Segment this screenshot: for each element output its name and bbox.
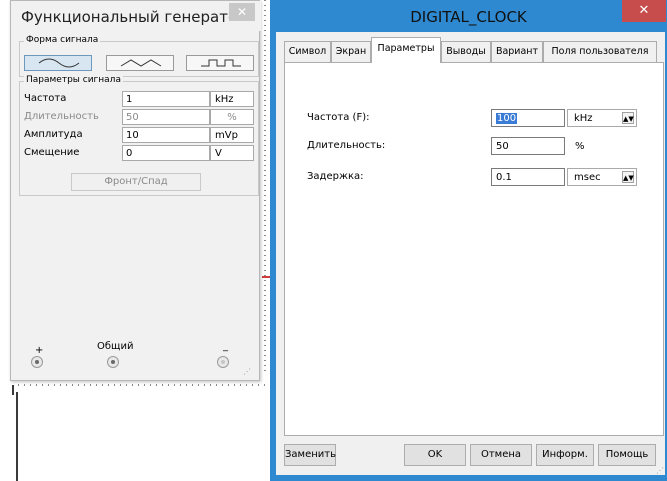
common-terminal[interactable] xyxy=(107,356,119,368)
duty-unit: % xyxy=(210,109,254,125)
duty-input[interactable]: 50 xyxy=(491,137,565,155)
duty-input: 50 xyxy=(122,109,210,125)
duty-label: Длительность: xyxy=(307,140,386,151)
rise-fall-button: Фронт/Спад xyxy=(71,173,201,191)
dialog-body: Символ Экран Параметры Выводы Вариант По… xyxy=(276,32,665,475)
delay-unit-select[interactable]: msec ▲▼ xyxy=(567,168,637,186)
tab-parameters[interactable]: Параметры xyxy=(371,37,441,63)
amplitude-input[interactable]: 10 xyxy=(122,127,210,143)
close-button[interactable]: ✕ xyxy=(229,3,255,21)
frequency-input[interactable]: 1 xyxy=(122,91,210,107)
tab-symbol[interactable]: Символ xyxy=(284,41,331,62)
dialog-title: DIGITAL_CLOCK xyxy=(410,8,527,26)
tab-display[interactable]: Экран xyxy=(331,41,371,62)
frequency-row: Частота (F): 100 kHz ▲▼ xyxy=(285,109,665,127)
frequency-unit-value: kHz xyxy=(574,113,593,124)
replace-button[interactable]: Заменить xyxy=(284,444,336,466)
amplitude-unit[interactable]: mVp xyxy=(210,127,254,143)
info-button[interactable]: Информ. xyxy=(536,444,594,466)
help-button[interactable]: Помощь xyxy=(598,444,656,466)
window-title: Функциональный генератор-... xyxy=(21,8,229,26)
resize-grip-icon[interactable]: ⋰ xyxy=(243,367,251,376)
tab-user-fields[interactable]: Поля пользователя xyxy=(543,41,657,62)
ok-button[interactable]: OK xyxy=(404,444,466,466)
offset-input[interactable]: 0 xyxy=(122,145,210,161)
frequency-input[interactable]: 100 xyxy=(491,109,565,127)
parameters-panel: Частота (F): 100 kHz ▲▼ Длительность: 50… xyxy=(284,62,664,436)
tab-pins[interactable]: Выводы xyxy=(441,41,491,62)
delay-label: Задержка: xyxy=(307,171,364,182)
cancel-button[interactable]: Отмена xyxy=(470,444,532,466)
digital-clock-dialog: DIGITAL_CLOCK ✕ Символ Экран Параметры В… xyxy=(270,0,667,481)
waveform-group: Форма сигнала xyxy=(19,35,259,77)
duty-row: Длительность: 50 % xyxy=(285,137,665,155)
sine-wave-button[interactable] xyxy=(24,55,92,71)
duty-unit: % xyxy=(575,141,585,152)
plus-terminal-label: + xyxy=(35,345,44,356)
param-label: Амплитуда xyxy=(24,129,83,140)
function-generator-window: Функциональный генератор-... ✕ Форма сиг… xyxy=(10,0,261,381)
dialog-titlebar[interactable]: DIGITAL_CLOCK ✕ xyxy=(270,0,667,32)
plus-terminal[interactable] xyxy=(31,356,43,368)
delay-row: Задержка: 0.1 msec ▲▼ xyxy=(285,168,665,186)
grid-dots xyxy=(264,0,266,372)
signal-params-group-label: Параметры сигнала xyxy=(24,75,123,85)
sine-wave-icon xyxy=(38,58,80,68)
square-wave-icon xyxy=(201,59,241,67)
triangle-wave-button[interactable] xyxy=(106,55,174,71)
minus-terminal-label: _ xyxy=(223,341,228,352)
grid-dots xyxy=(18,384,266,386)
square-wave-button[interactable] xyxy=(186,55,254,71)
offset-unit[interactable]: V xyxy=(210,145,254,161)
spinner-icon[interactable]: ▲▼ xyxy=(622,171,634,183)
frequency-unit-select[interactable]: kHz ▲▼ xyxy=(567,109,637,127)
param-label: Смещение xyxy=(24,147,80,158)
param-label: Длительность xyxy=(24,111,99,122)
delay-unit-value: msec xyxy=(574,172,601,183)
tab-variant[interactable]: Вариант xyxy=(491,41,543,62)
param-label: Частота xyxy=(24,93,67,104)
waveform-group-label: Форма сигнала xyxy=(24,35,101,45)
resize-grip-icon[interactable]: ⋰ xyxy=(656,466,664,475)
function-generator-titlebar[interactable]: Функциональный генератор-... ✕ xyxy=(11,1,261,31)
wire-segment xyxy=(16,392,18,481)
spinner-icon[interactable]: ▲▼ xyxy=(622,112,634,124)
common-terminal-label: Общий xyxy=(97,341,134,352)
minus-terminal[interactable] xyxy=(217,356,229,368)
delay-input[interactable]: 0.1 xyxy=(491,168,565,186)
frequency-label: Частота (F): xyxy=(307,112,370,123)
triangle-wave-icon xyxy=(120,59,162,67)
frequency-unit[interactable]: kHz xyxy=(210,91,254,107)
wire-segment xyxy=(262,276,270,278)
close-button[interactable]: ✕ xyxy=(622,0,666,22)
